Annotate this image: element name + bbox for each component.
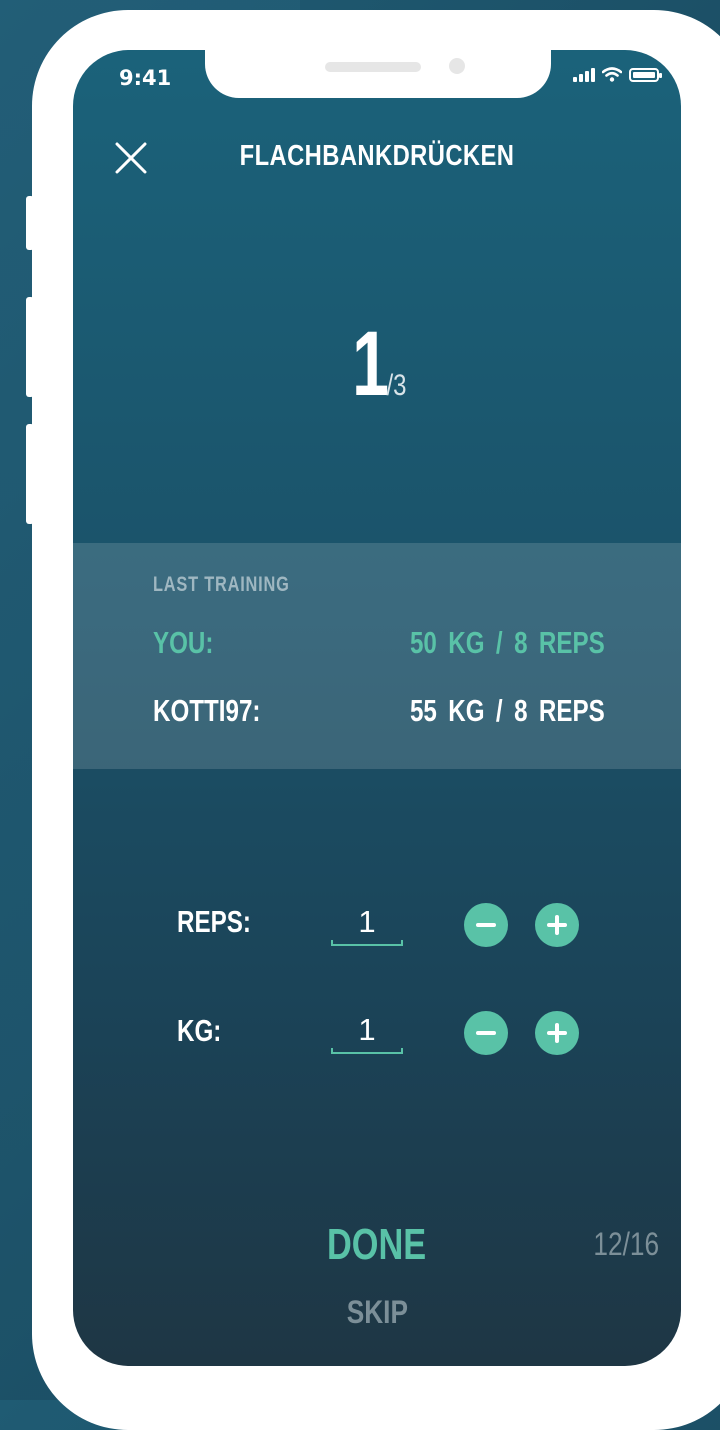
rival-weight: 55 KG <box>410 693 485 728</box>
reps-decrement-button[interactable] <box>464 903 508 947</box>
status-icons <box>573 67 662 82</box>
done-label: DONE <box>327 1220 427 1269</box>
front-camera <box>449 58 465 74</box>
kg-label: KG: <box>177 1013 222 1048</box>
exercise-progress: 12/16 <box>579 1226 659 1263</box>
exercise-title: FLACHBANKDRÜCKEN <box>239 140 515 172</box>
signal-icon <box>573 67 595 82</box>
notch <box>205 50 551 98</box>
last-training-label: LAST TRAINING <box>153 573 290 596</box>
rival-separator: / <box>496 693 503 728</box>
rival-label: KOTTI97: <box>153 693 261 728</box>
you-separator: / <box>496 625 503 660</box>
progress-text: 12/16 <box>593 1226 659 1262</box>
reps-label: REPS: <box>177 904 251 939</box>
battery-icon <box>629 67 662 82</box>
speaker <box>325 62 421 72</box>
you-value: 50 KG / 8 REPS <box>410 625 605 661</box>
skip-label: SKIP <box>346 1294 408 1330</box>
last-training-panel: LAST TRAINING YOU: 50 KG / 8 REPS KOTTI9… <box>73 543 681 769</box>
reps-increment-button[interactable] <box>535 903 579 947</box>
you-reps: 8 REPS <box>514 625 605 660</box>
workout-screen: 9:41 FLACHBANKDRÜCKEN 1/3 LAST TRAINING … <box>73 50 681 1366</box>
kg-decrement-button[interactable] <box>464 1011 508 1055</box>
set-counter: 1/3 <box>73 312 681 417</box>
you-weight: 50 KG <box>410 625 485 660</box>
status-time: 9:41 <box>119 66 172 90</box>
minus-icon <box>476 1031 496 1035</box>
reps-input[interactable]: 1 <box>331 900 403 946</box>
skip-button[interactable]: SKIP <box>73 1294 681 1331</box>
rival-value: 55 KG / 8 REPS <box>410 693 605 729</box>
minus-icon <box>476 923 496 927</box>
set-current: 1 <box>352 313 389 415</box>
kg-input[interactable]: 1 <box>331 1008 403 1054</box>
rival-reps: 8 REPS <box>514 693 605 728</box>
set-total: /3 <box>386 369 407 402</box>
wifi-icon <box>602 67 622 82</box>
kg-increment-button[interactable] <box>535 1011 579 1055</box>
you-label: YOU: <box>153 625 214 660</box>
